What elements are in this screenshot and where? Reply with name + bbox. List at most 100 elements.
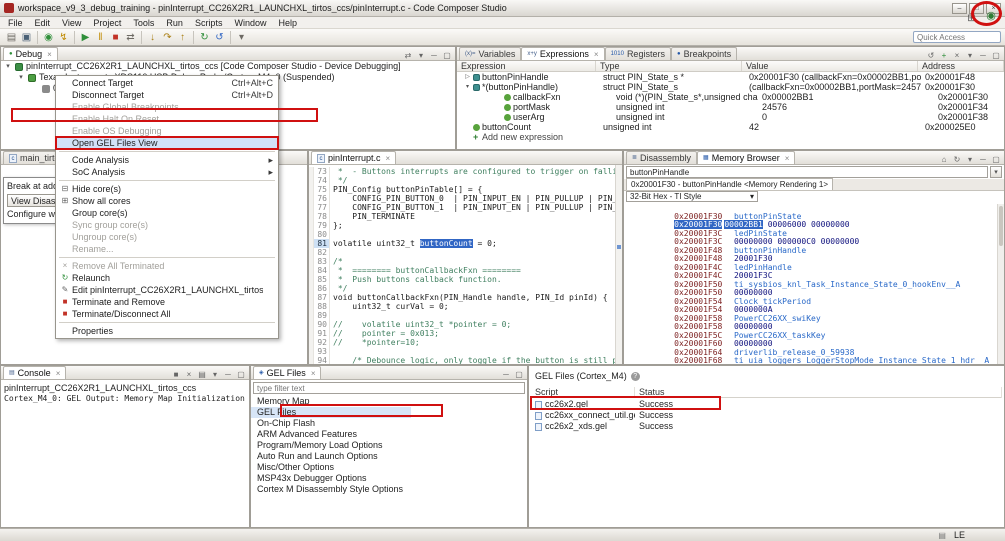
view-menu-icon[interactable]: ▾ [965,155,975,164]
view-menu-icon[interactable]: ▾ [965,51,975,60]
maximize-view-icon[interactable]: ▢ [236,370,246,379]
menu-item[interactable]: Tools [127,18,160,28]
callbackFxn[interactable]: callbackFxn void (*)(PIN_State_s*,unsign… [457,92,1004,102]
suspend-icon[interactable]: ‖ [93,30,108,44]
Add new expression[interactable]: Add new expression [457,132,1004,142]
context-menu-item[interactable]: Enable Halt On Reset [56,113,278,125]
close-icon[interactable]: × [311,369,316,378]
context-menu-item[interactable] [56,149,278,154]
maximize-view-icon[interactable]: ▢ [991,155,1001,164]
remove-expression-icon[interactable]: × [952,51,962,60]
gel-script-row[interactable]: cc26xx_connect_util.gel Success [531,410,1002,421]
resume-icon[interactable]: ▶ [78,30,93,44]
maximize-view-icon[interactable]: ▢ [442,51,452,60]
code-line[interactable]: 74 */ [309,176,615,185]
minimize-view-icon[interactable]: ─ [429,51,439,60]
minimize-view-icon[interactable]: ─ [501,370,511,379]
debug-tree-node[interactable]: ▾ pinInterrupt_CC26X2R1_LAUNCHXL_tirtos_… [1,61,455,72]
column-expression[interactable]: Expression [457,61,596,71]
line-number[interactable]: 79 [314,221,330,230]
context-menu-item[interactable]: ↻ Relaunch [56,272,278,284]
code-line[interactable]: 86 */ [309,284,615,293]
context-menu-item[interactable]: ⊟ Hide core(s) [56,183,278,195]
code-line[interactable]: 85 * Push buttons callback function. [309,275,615,284]
connect-icon[interactable]: ⇄ [123,30,138,44]
menu-item[interactable]: Project [87,18,127,28]
context-menu-item[interactable]: Code Analysis ▸ [56,154,278,166]
menu-item[interactable]: Help [272,18,303,28]
code-line[interactable]: 83 /* [309,257,615,266]
context-menu-item[interactable]: ■ Terminate/Disconnect All [56,308,278,320]
gel-tree-item[interactable]: GEL Files [251,407,411,418]
tree-twisty-icon[interactable]: ▷ [464,72,471,82]
context-menu-item[interactable]: Disconnect Target Ctrl+Alt+D [56,89,278,101]
line-number[interactable]: 88 [314,302,330,311]
new-file-icon[interactable]: ▤ [4,30,19,44]
context-menu-item[interactable] [56,178,278,183]
terminate-icon[interactable]: ■ [108,30,123,44]
tab-gel-files[interactable]: ◈ GEL Files × [253,366,321,379]
code-line[interactable]: 78 PIN_TERMINATE [309,212,615,221]
line-number[interactable]: 74 [314,176,330,185]
minimize-view-icon[interactable]: ─ [978,51,988,60]
line-number[interactable]: 84 [314,266,330,275]
step-into-icon[interactable]: ↓ [145,30,160,44]
tab-variables[interactable]: (x)= Variables [459,47,521,60]
code-line[interactable]: 91 // pointer = 0x013; [309,329,615,338]
column-type[interactable]: Type [596,61,742,71]
code-line[interactable]: 89 [309,311,615,320]
tree-twisty-icon[interactable]: ▾ [4,61,12,72]
context-menu-item[interactable]: ■ Terminate and Remove [56,296,278,308]
memory-dump[interactable]: 0x20001F30 buttonPinState 0x20001F300000… [626,204,996,364]
line-number[interactable]: 76 [314,194,330,203]
line-number[interactable]: 94 [314,356,330,364]
column-address[interactable]: Address [918,61,1004,71]
context-menu-item[interactable] [56,255,278,260]
debug-perspective-icon[interactable]: ◉ [983,8,999,23]
context-menu-item[interactable]: Rename... [56,243,278,255]
minimize-view-icon[interactable]: ─ [223,370,233,379]
line-number[interactable]: 93 [314,347,330,356]
line-number[interactable]: 92 [314,338,330,347]
tab-memory-browser[interactable]: ▦ Memory Browser × [697,151,795,164]
maximize-view-icon[interactable]: ▢ [514,370,524,379]
line-number[interactable]: 77 [314,203,330,212]
code-line[interactable]: 87 void buttonCallbackFxn(PIN_Handle han… [309,293,615,302]
gel-tree-item[interactable]: Memory Map [251,396,527,407]
gel-tree-item[interactable]: Cortex M Disassembly Style Options [251,484,527,495]
clear-console-icon[interactable]: ▤ [197,370,207,379]
tree-twisty-icon[interactable]: ▾ [464,82,471,92]
menu-item[interactable]: Edit [29,18,57,28]
context-menu-item[interactable]: Properties [56,325,278,337]
line-number[interactable]: 82 [314,248,330,257]
code-line[interactable]: 94 /* Debounce logic, only toggle if the… [309,356,615,364]
context-menu-item[interactable]: Connect Target Ctrl+Alt+C [56,77,278,89]
restart-icon[interactable]: ↻ [197,30,212,44]
context-menu-item[interactable] [56,320,278,325]
gel-script-row[interactable]: cc26x2_xds.gel Success [531,421,1002,432]
memory-line[interactable]: 0x20001F30 buttonPinState [626,204,996,213]
code-line[interactable]: 90 // volatile uint32_t *pointer = 0; [309,320,615,329]
context-menu-item[interactable]: Ungroup core(s) [56,231,278,243]
view-menu-icon[interactable]: ▾ [416,51,426,60]
filter-input[interactable] [253,382,525,394]
toolbar-separator[interactable] [230,31,231,44]
context-menu-item[interactable]: ✎ Edit pinInterrupt_CC26X2R1_LAUNCHXL_ti… [56,284,278,296]
gel-tree-item[interactable]: MSP43x Debugger Options [251,473,527,484]
code-line[interactable]: 93 [309,347,615,356]
context-menu-item[interactable]: Enable OS Debugging [56,125,278,137]
scrollbar-thumb[interactable] [999,206,1003,246]
tab-expressions[interactable]: x+y Expressions × [521,47,604,60]
add-expression-icon[interactable]: + [939,51,949,60]
help-icon[interactable]: ? [631,372,640,381]
context-menu-item[interactable]: SoC Analysis ▸ [56,166,278,178]
code-line[interactable]: 77 CONFIG_PIN_BUTTON_1 | PIN_INPUT_EN | … [309,203,615,212]
line-number[interactable]: 83 [314,257,330,266]
tab-breakpoints[interactable]: ● Breakpoints [671,47,737,60]
view-dropdown-icon[interactable]: ▾ [234,30,249,44]
line-number[interactable]: 75 [314,185,330,194]
column-value[interactable]: Value [742,61,918,71]
gel-script-row[interactable]: cc26x2.gel Success [531,399,1002,410]
menu-item[interactable]: Window [228,18,272,28]
code-line[interactable]: 76 CONFIG_PIN_BUTTON_0 | PIN_INPUT_EN | … [309,194,615,203]
